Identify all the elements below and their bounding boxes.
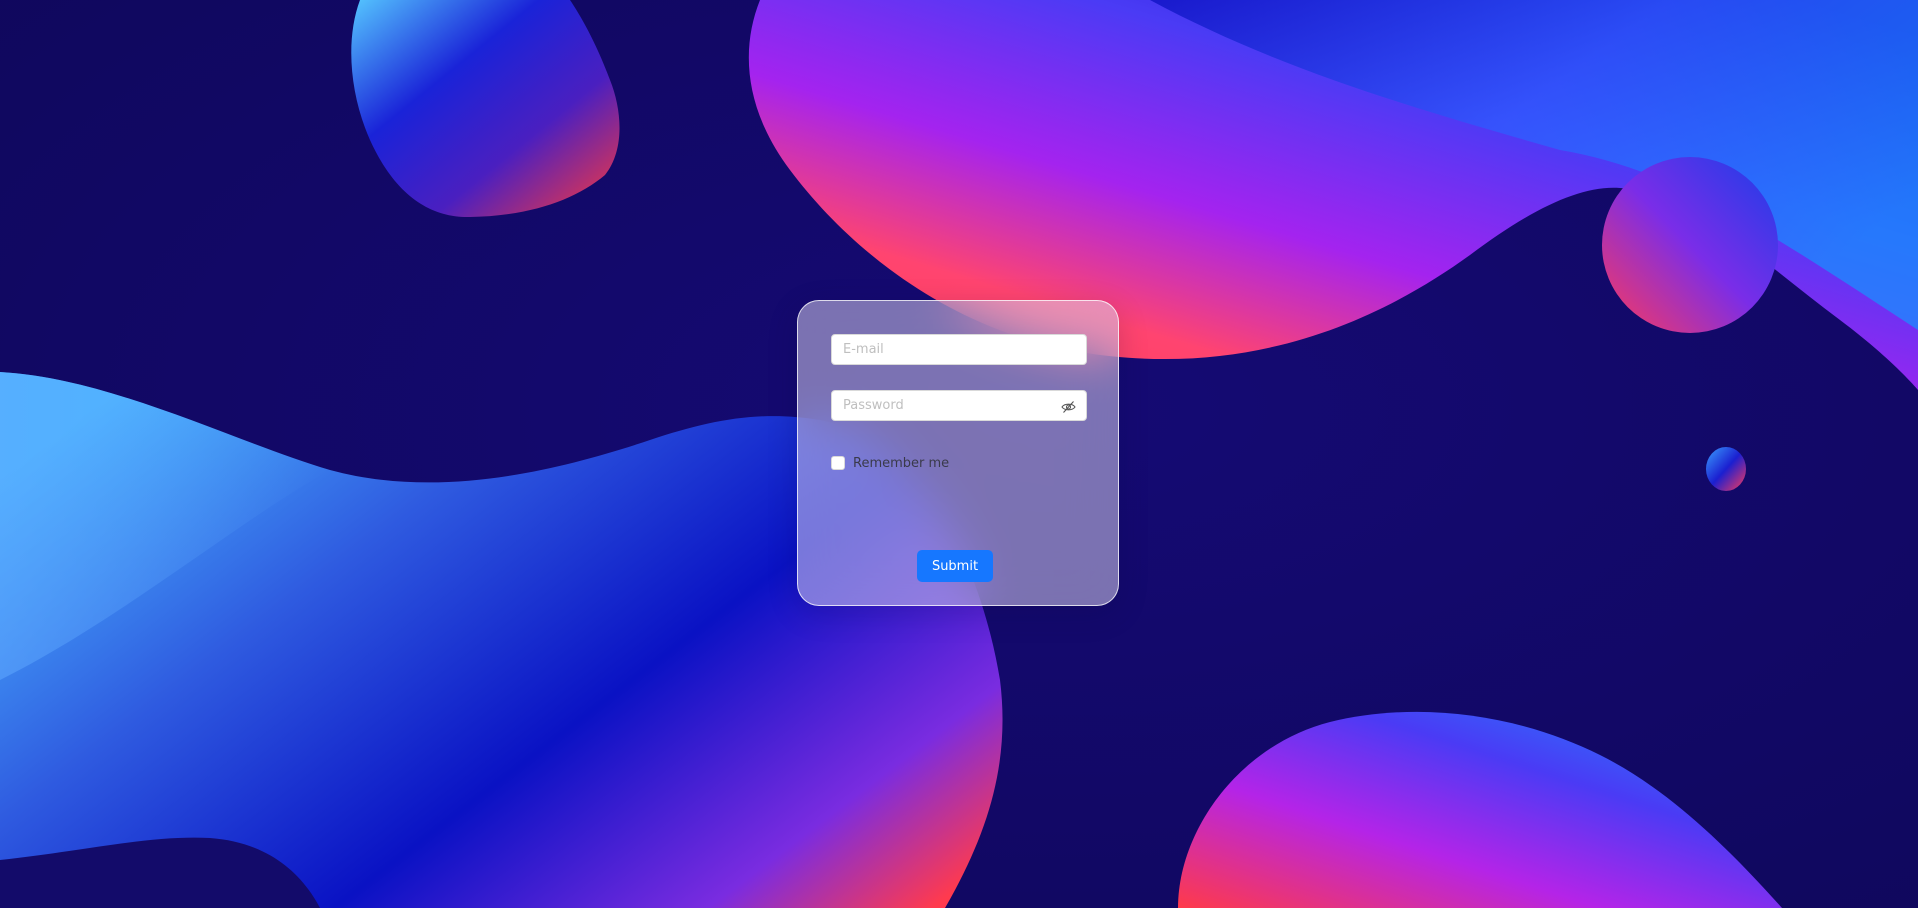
password-field[interactable] [831,390,1087,421]
login-card: Remember me Submit [797,300,1119,606]
login-page: Remember me Submit [0,0,1918,908]
email-input[interactable] [832,335,1053,364]
submit-button[interactable]: Submit [917,550,993,582]
remember-me-label: Remember me [853,455,950,471]
remember-me-checkbox-row[interactable]: Remember me [831,454,949,472]
eye-invisible-icon[interactable] [1061,399,1076,413]
email-field[interactable] [831,334,1087,365]
remember-me-checkbox[interactable] [831,456,845,470]
password-input[interactable] [832,391,1053,420]
